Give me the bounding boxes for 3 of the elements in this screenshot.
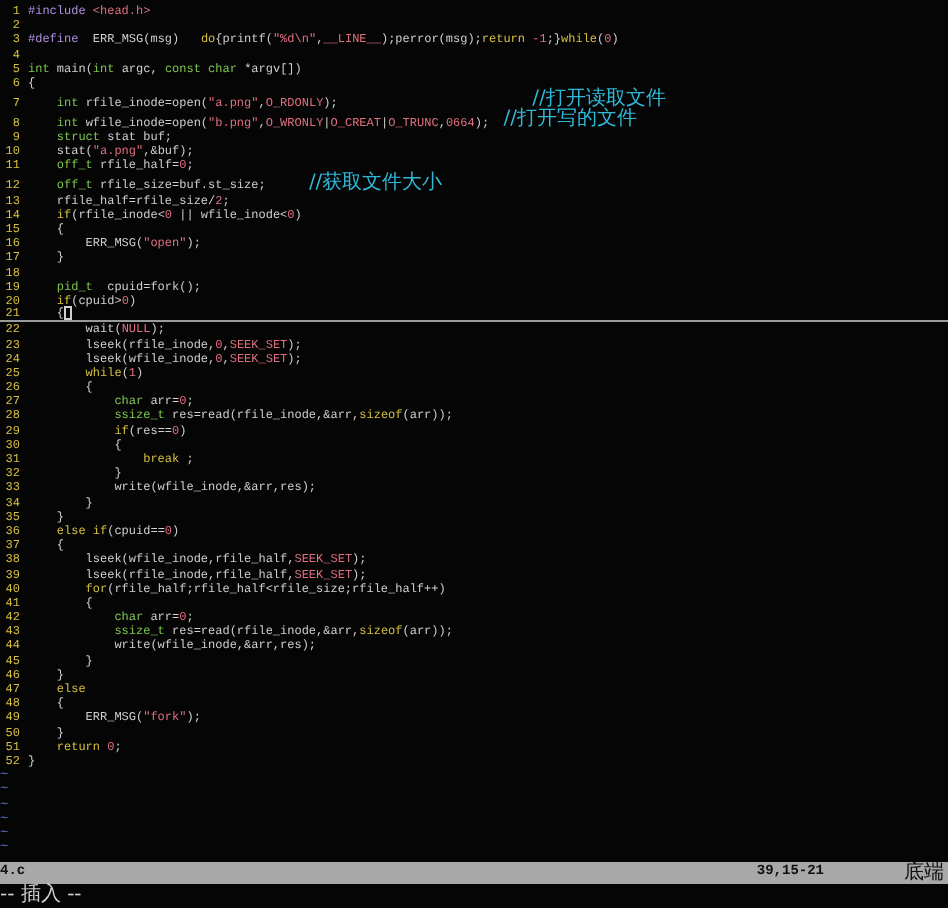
text-cursor <box>64 306 73 321</box>
mode-indicator: -- 插入 -- <box>0 884 82 908</box>
scroll-position: 底端 <box>904 862 944 884</box>
